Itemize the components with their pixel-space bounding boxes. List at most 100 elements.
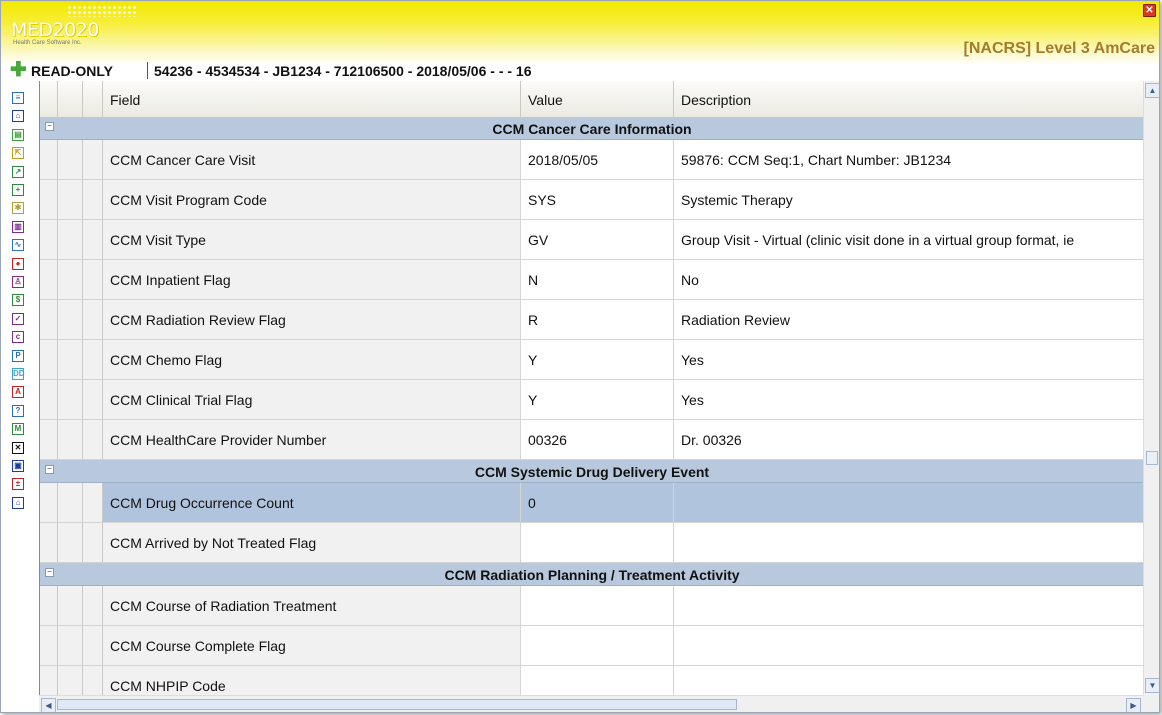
field-cell[interactable]: CCM HealthCare Provider Number [103, 420, 521, 459]
field-cell[interactable]: CCM Course Complete Flag [103, 626, 521, 665]
value-cell[interactable]: 00326 [521, 420, 674, 459]
table-row[interactable]: CCM Chemo Flag Y Yes [40, 340, 1144, 380]
row-indicator [83, 220, 103, 259]
field-cell[interactable]: CCM Radiation Review Flag [103, 300, 521, 339]
table-row[interactable]: CCM Arrived by Not Treated Flag [40, 523, 1144, 563]
house-icon[interactable]: ⌂ [12, 496, 24, 509]
wave-icon[interactable]: ∿ [12, 239, 24, 252]
field-cell[interactable]: CCM Visit Program Code [103, 180, 521, 219]
doc-icon[interactable]: ▣ [12, 460, 24, 472]
description-cell[interactable]: Systemic Therapy [674, 180, 1144, 219]
value-cell[interactable]: 2018/05/05 [521, 140, 674, 179]
check-icon[interactable]: ✓ [12, 312, 24, 325]
person-icon[interactable]: ♙ [12, 276, 24, 288]
a-icon[interactable]: A [12, 386, 24, 399]
chart-icon[interactable]: ▥ [12, 220, 24, 233]
add-icon[interactable]: ✚ [10, 60, 27, 80]
column-header-description[interactable]: Description [674, 81, 1144, 117]
scroll-up-button[interactable]: ▲ [1145, 83, 1159, 98]
description-cell[interactable]: Yes [674, 380, 1144, 419]
close-button[interactable]: ✕ [1143, 4, 1156, 17]
scrollbar-corner [1143, 695, 1159, 712]
export-icon[interactable]: ⇱ [12, 147, 24, 160]
description-cell[interactable] [674, 586, 1144, 625]
description-cell[interactable]: Dr. 00326 [674, 420, 1144, 459]
m-icon[interactable]: M [12, 423, 24, 436]
value-cell[interactable]: Y [521, 340, 674, 379]
group-header[interactable]: − CCM Cancer Care Information [40, 117, 1144, 140]
value-cell-text: Y [528, 352, 538, 368]
table-row[interactable]: CCM Clinical Trial Flag Y Yes [40, 380, 1144, 420]
field-cell[interactable]: CCM NHPIP Code [103, 666, 521, 695]
row-indicator [40, 420, 58, 459]
field-cell-text: CCM Clinical Trial Flag [110, 392, 253, 408]
description-cell[interactable]: Group Visit - Virtual (clinic visit done… [674, 220, 1144, 259]
field-cell[interactable]: CCM Chemo Flag [103, 340, 521, 379]
table-row[interactable]: CCM Inpatient Flag N No [40, 260, 1144, 300]
table-row[interactable]: CCM Visit Program Code SYS Systemic Therap… [40, 180, 1144, 220]
row-indicator [58, 140, 83, 179]
field-cell[interactable]: CCM Course of Radiation Treatment [103, 586, 521, 625]
drop-icon[interactable]: ● [12, 257, 24, 270]
value-cell[interactable]: Y [521, 380, 674, 419]
value-cell[interactable] [521, 666, 674, 695]
dollar-icon[interactable]: $ [12, 294, 24, 307]
description-cell[interactable] [674, 666, 1144, 695]
column-header-row: Field Value Description [40, 81, 1144, 118]
table-row[interactable]: CCM Drug Occurrence Count 0 [40, 483, 1144, 523]
logo-name: MED2020 [11, 19, 99, 41]
value-cell[interactable]: 0 [521, 483, 674, 522]
value-cell[interactable] [521, 626, 674, 665]
value-cell[interactable]: R [521, 300, 674, 339]
horizontal-scroll-thumb[interactable] [57, 699, 737, 710]
puzzle-icon[interactable]: ✱ [12, 202, 24, 215]
table-row[interactable]: CCM Course Complete Flag [40, 626, 1144, 666]
description-cell[interactable]: Radiation Review [674, 300, 1144, 339]
value-cell[interactable]: N [521, 260, 674, 299]
plus-icon[interactable]: + [12, 184, 24, 196]
value-cell[interactable] [521, 523, 674, 562]
dd-icon[interactable]: DD [12, 368, 25, 380]
table-row[interactable]: CCM HealthCare Provider Number 00326 Dr. 0… [40, 420, 1144, 460]
help-icon[interactable]: ? [12, 404, 24, 417]
description-cell[interactable]: No [674, 260, 1144, 299]
value-cell[interactable] [521, 586, 674, 625]
field-cell[interactable]: CCM Drug Occurrence Count [103, 483, 521, 522]
table-row[interactable]: CCM Radiation Review Flag R Radiation Revi… [40, 300, 1144, 340]
vertical-scrollbar[interactable]: ▲ ▼ [1143, 81, 1159, 695]
vertical-scroll-thumb[interactable] [1146, 451, 1158, 465]
value-cell[interactable]: SYS [521, 180, 674, 219]
arrow-icon[interactable]: ↗ [12, 165, 24, 178]
field-cell[interactable]: CCM Inpatient Flag [103, 260, 521, 299]
description-cell[interactable]: 59876: CCM Seq:1, Chart Number: JB1234 [674, 140, 1144, 179]
horizontal-scrollbar[interactable]: ◀ ▶ [39, 695, 1143, 712]
table-row[interactable]: CCM Visit Type GV Group Visit - Virtual (c… [40, 220, 1144, 260]
c-icon[interactable]: c [12, 331, 24, 344]
plusminus-icon[interactable]: ± [12, 478, 24, 491]
value-cell[interactable]: GV [521, 220, 674, 259]
x-icon[interactable]: ✕ [12, 441, 24, 454]
list-icon[interactable]: ≡ [12, 92, 24, 104]
scroll-down-button[interactable]: ▼ [1145, 678, 1159, 693]
map-icon[interactable]: ▤ [12, 128, 24, 141]
group-header[interactable]: − CCM Systemic Drug Delivery Event [40, 460, 1144, 483]
scroll-right-button[interactable]: ▶ [1126, 698, 1141, 712]
p-icon[interactable]: P [12, 349, 24, 362]
home-icon[interactable]: ⌂ [12, 110, 24, 123]
description-cell[interactable]: Yes [674, 340, 1144, 379]
field-cell[interactable]: CCM Visit Type [103, 220, 521, 259]
description-cell[interactable] [674, 483, 1144, 522]
field-cell-text: CCM Course of Radiation Treatment [110, 598, 337, 614]
table-row[interactable]: CCM Course of Radiation Treatment [40, 586, 1144, 626]
column-header-value[interactable]: Value [521, 81, 674, 117]
scroll-left-button[interactable]: ◀ [41, 698, 56, 712]
column-header-field[interactable]: Field [103, 81, 521, 117]
table-row[interactable]: CCM Cancer Care Visit 2018/05/05 59876: CC… [40, 140, 1144, 180]
field-cell[interactable]: CCM Arrived by Not Treated Flag [103, 523, 521, 562]
description-cell[interactable] [674, 523, 1144, 562]
table-row[interactable]: CCM NHPIP Code [40, 666, 1144, 695]
field-cell[interactable]: CCM Cancer Care Visit [103, 140, 521, 179]
group-header[interactable]: − CCM Radiation Planning / Treatment Acti… [40, 563, 1144, 586]
description-cell[interactable] [674, 626, 1144, 665]
field-cell[interactable]: CCM Clinical Trial Flag [103, 380, 521, 419]
